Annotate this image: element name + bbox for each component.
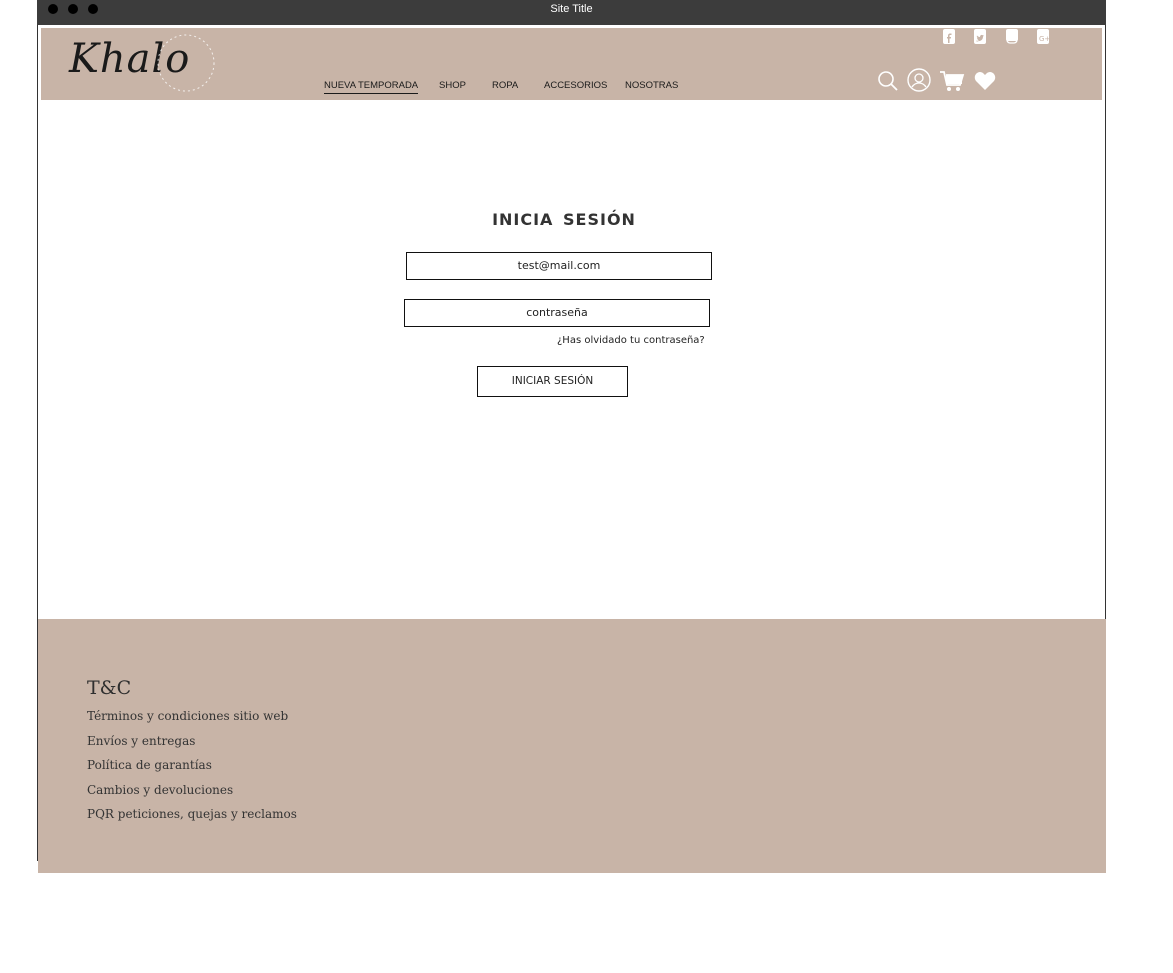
nav-accesorios[interactable]: ACCESORIOS — [544, 78, 607, 93]
site-header: Khalo NUEVA TEMPORADA SHOP ROPA ACCESORI… — [41, 28, 1102, 100]
browser-title-bar: Site Title — [37, 0, 1106, 25]
footer-link-pqr[interactable]: PQR peticiones, quejas y reclamos — [87, 807, 297, 821]
footer-link-terms[interactable]: Términos y condiciones sitio web — [87, 709, 288, 723]
window-title: Site Title — [550, 3, 593, 15]
site-logo[interactable]: Khalo — [69, 30, 219, 100]
email-field[interactable]: test@mail.com — [406, 252, 712, 280]
login-title: INICIA SESIÓN — [492, 210, 636, 229]
search-icon[interactable] — [877, 70, 899, 96]
footer-title: T&C — [87, 677, 132, 699]
footer-link-shipping[interactable]: Envíos y entregas — [87, 734, 195, 748]
forgot-password-link[interactable]: ¿Has olvidado tu contraseña? — [557, 335, 705, 346]
heart-icon[interactable] — [974, 71, 996, 95]
nav-ropa[interactable]: ROPA — [492, 78, 518, 93]
instagram-icon[interactable] — [1006, 29, 1018, 44]
google-plus-icon[interactable]: G+ — [1037, 29, 1050, 44]
user-icon[interactable] — [907, 68, 931, 96]
footer-link-warranty[interactable]: Política de garantías — [87, 758, 212, 772]
nav-nosotras[interactable]: NOSOTRAS — [625, 78, 678, 93]
nav-nueva-temporada[interactable]: NUEVA TEMPORADA — [324, 78, 419, 94]
password-field[interactable]: contraseña — [404, 299, 710, 327]
cart-icon[interactable] — [939, 69, 965, 97]
svg-text:G+: G+ — [1039, 35, 1049, 43]
nav-shop[interactable]: SHOP — [439, 78, 466, 93]
site-footer: T&C Términos y condiciones sitio web Env… — [38, 619, 1106, 873]
login-submit-button[interactable]: INICIAR SESIÓN — [477, 366, 628, 397]
facebook-icon[interactable] — [943, 29, 955, 44]
logo-ring-emblem — [157, 34, 215, 92]
twitter-icon[interactable] — [974, 29, 986, 44]
footer-link-returns[interactable]: Cambios y devoluciones — [87, 783, 233, 797]
